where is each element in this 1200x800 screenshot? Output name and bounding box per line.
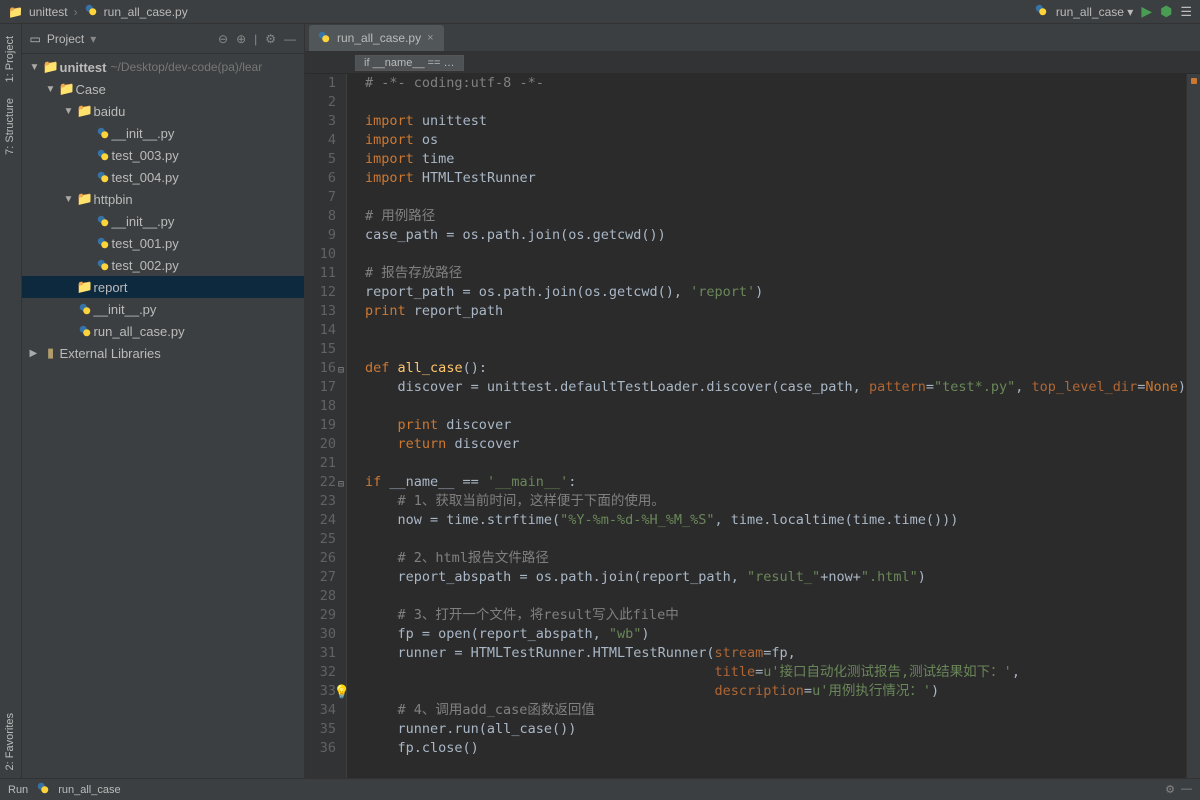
side-tab-favorites[interactable]: 2: Favorites (2, 705, 18, 778)
project-panel-title[interactable]: ▭ Project ▾ (30, 32, 97, 46)
gear-icon[interactable]: ⚙ (1165, 783, 1175, 796)
side-tab-structure[interactable]: 7: Structure (2, 90, 18, 163)
fold-icon[interactable]: ⊟ (338, 475, 344, 494)
editor-tab-run-all-case[interactable]: run_all_case.py × (309, 25, 444, 51)
tree-file-init[interactable]: __init__.py (22, 210, 304, 232)
error-stripe[interactable] (1186, 74, 1200, 778)
folder-icon: 📁 (76, 191, 94, 207)
folder-icon: 📁 (58, 81, 76, 97)
arrow-down-icon: ▼ (64, 194, 74, 205)
status-bar: Run run_all_case ⚙ — (0, 778, 1200, 800)
run-config-selector[interactable]: run_all_case ▾ (1056, 5, 1133, 19)
arrow-down-icon: ▼ (30, 62, 40, 73)
python-file-icon (94, 236, 112, 250)
nav-breadcrumb-bar: if __name__ == … (305, 52, 1200, 74)
python-file-icon (36, 781, 50, 798)
chevron-down-icon: ▾ (1127, 5, 1133, 19)
top-bar: 📁 unittest › run_all_case.py run_all_cas… (0, 0, 1200, 24)
line-number-gutter[interactable]: 12345678910111213141516⊟171819202122⊟232… (305, 74, 347, 778)
tree-file-test002[interactable]: test_002.py (22, 254, 304, 276)
python-file-icon (94, 258, 112, 272)
library-icon: ▮ (42, 345, 60, 361)
arrow-down-icon: ▼ (64, 106, 74, 117)
python-file-icon (94, 170, 112, 184)
python-file-icon (94, 148, 112, 162)
tree-file-test001[interactable]: test_001.py (22, 232, 304, 254)
editor-tabs: run_all_case.py × (305, 24, 1200, 52)
tree-file-init[interactable]: __init__.py (22, 122, 304, 144)
editor-tab-label: run_all_case.py (337, 31, 421, 45)
left-tool-gutter: 1: Project 7: Structure 2: Favorites (0, 24, 22, 778)
project-icon: ▭ (30, 32, 41, 46)
tree-file-init[interactable]: __init__.py (22, 298, 304, 320)
warning-marker-icon[interactable] (1191, 78, 1197, 84)
folder-icon: 📁 (42, 59, 60, 75)
chevron-down-icon: ▾ (90, 32, 96, 46)
python-file-icon (76, 324, 94, 338)
python-file-icon (94, 214, 112, 228)
project-tree: ▼ 📁 unittest ~/Desktop/dev-code(pa)/lear… (22, 54, 304, 778)
nav-breadcrumb[interactable]: if __name__ == … (355, 55, 464, 71)
tree-folder-report[interactable]: 📁 report (22, 276, 304, 298)
folder-icon: 📁 (76, 103, 94, 119)
run-button[interactable]: ▶ (1141, 3, 1152, 20)
gear-icon[interactable]: ⚙ (265, 32, 276, 46)
tree-folder-case[interactable]: ▼ 📁 Case (22, 78, 304, 100)
arrow-down-icon: ▼ (46, 84, 56, 95)
python-file-icon (317, 30, 331, 47)
tree-root[interactable]: ▼ 📁 unittest ~/Desktop/dev-code(pa)/lear (22, 56, 304, 78)
debug-button[interactable]: ⬢ (1160, 3, 1172, 20)
tree-external-libraries[interactable]: ▶ ▮ External Libraries (22, 342, 304, 364)
tree-folder-baidu[interactable]: ▼ 📁 baidu (22, 100, 304, 122)
hide-panel-icon[interactable]: — (284, 32, 296, 46)
python-file-icon (84, 3, 98, 20)
python-file-icon (94, 126, 112, 140)
divider-icon: | (254, 32, 257, 46)
fold-icon[interactable]: ⊟ (338, 361, 344, 380)
folder-icon: 📁 (76, 279, 94, 295)
run-tool-window-tab[interactable]: Run (8, 784, 28, 796)
collapse-all-icon[interactable]: ⊖ (218, 32, 228, 46)
arrow-right-icon: ▶ (30, 348, 40, 359)
python-file-icon (76, 302, 94, 316)
tree-folder-httpbin[interactable]: ▼ 📁 httpbin (22, 188, 304, 210)
more-menu-icon[interactable]: ☰ (1180, 4, 1192, 20)
editor-area: run_all_case.py × if __name__ == … 12345… (305, 24, 1200, 778)
code-editor[interactable]: # -*- coding:utf-8 -*-import unittestimp… (347, 74, 1186, 778)
breadcrumb-file[interactable]: run_all_case.py (104, 5, 188, 19)
tree-file-run-all[interactable]: run_all_case.py (22, 320, 304, 342)
run-target-label[interactable]: run_all_case (58, 784, 120, 796)
tree-file-test004[interactable]: test_004.py (22, 166, 304, 188)
hide-icon[interactable]: — (1181, 783, 1192, 796)
chevron-right-icon: › (74, 5, 78, 19)
breadcrumb-project[interactable]: unittest (29, 5, 68, 19)
scroll-from-source-icon[interactable]: ⊕ (236, 32, 246, 46)
tree-file-test003[interactable]: test_003.py (22, 144, 304, 166)
side-tab-project[interactable]: 1: Project (2, 28, 18, 90)
intention-bulb-icon[interactable]: 💡 (334, 683, 350, 702)
project-panel: ▭ Project ▾ ⊖ ⊕ | ⚙ — ▼ 📁 unittest ~/Des… (22, 24, 305, 778)
close-tab-icon[interactable]: × (427, 32, 433, 44)
project-panel-header: ▭ Project ▾ ⊖ ⊕ | ⚙ — (22, 24, 304, 54)
folder-icon: 📁 (8, 5, 23, 19)
python-file-icon (1034, 3, 1048, 20)
